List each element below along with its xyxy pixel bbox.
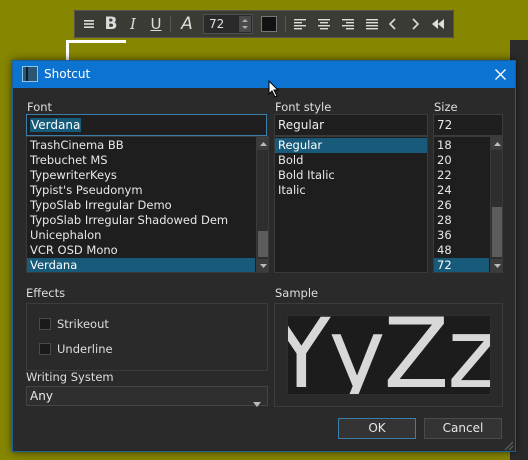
underline-button[interactable]: U — [147, 14, 165, 34]
effects-group: Strikeout Underline — [26, 303, 268, 371]
font-label: Font — [27, 100, 53, 114]
size-list-item[interactable]: 24 — [434, 183, 489, 198]
text-toolbar: B I U A 72 — [74, 10, 454, 38]
resize-grip-icon[interactable] — [503, 439, 514, 451]
ok-button[interactable]: OK — [338, 418, 416, 439]
scroll-down-icon[interactable] — [257, 259, 268, 272]
underline-label[interactable]: Underline — [57, 342, 113, 356]
size-list-item[interactable]: 48 — [434, 243, 489, 258]
writing-system-label: Writing System — [26, 370, 114, 384]
font-list-scrollbar[interactable] — [256, 137, 268, 272]
writing-system-value: Any — [30, 389, 53, 403]
font-style-list-item[interactable]: Bold — [275, 153, 427, 168]
cancel-button[interactable]: Cancel — [424, 418, 502, 439]
sample-preview: YyZz — [287, 315, 491, 395]
font-style-label: Font style — [275, 100, 332, 114]
size-list-item[interactable]: 36 — [434, 228, 489, 243]
font-size-value: 72 — [209, 17, 225, 31]
sample-group: YyZz — [274, 303, 503, 407]
size-list-item[interactable]: 26 — [434, 198, 489, 213]
scroll-thumb[interactable] — [258, 231, 268, 257]
sample-label: Sample — [275, 286, 319, 300]
font-style-input[interactable]: Regular — [274, 114, 428, 136]
font-list-item[interactable]: Typist's Pseudonym — [27, 183, 255, 198]
menu-icon[interactable] — [81, 14, 97, 34]
align-left-icon[interactable] — [291, 14, 309, 34]
font-list-item[interactable]: TrashCinema BB — [27, 138, 255, 153]
scroll-down-icon[interactable] — [491, 259, 502, 272]
scroll-up-icon[interactable] — [257, 137, 268, 150]
font-name-value: Verdana — [30, 118, 82, 132]
canvas-edge-top — [66, 40, 126, 43]
size-list-item[interactable]: 72 — [434, 258, 489, 272]
chevron-left-icon[interactable] — [385, 14, 401, 34]
font-dialog: Shotcut Font Verdana TrashCinema BB Trebu… — [12, 60, 516, 452]
title-bar[interactable]: Shotcut — [13, 61, 515, 88]
effects-label: Effects — [26, 286, 66, 300]
size-input[interactable]: 72 — [433, 114, 503, 136]
chevron-right-icon[interactable] — [407, 14, 423, 34]
strikeout-label[interactable]: Strikeout — [57, 317, 109, 331]
font-list-item[interactable]: TypewriterKeys — [27, 168, 255, 183]
writing-system-select[interactable]: Any — [26, 386, 268, 407]
italic-button[interactable]: I — [125, 14, 141, 34]
shotcut-app-icon — [22, 66, 38, 82]
size-value: 72 — [437, 118, 453, 132]
font-list-item[interactable]: VCR OSD Mono — [27, 243, 255, 258]
font-name-input[interactable]: Verdana — [26, 114, 267, 136]
font-style-list-item[interactable]: Italic — [275, 183, 427, 198]
toolbar-separator — [170, 16, 171, 32]
font-button[interactable]: A — [177, 14, 197, 34]
justify-icon[interactable] — [363, 14, 381, 34]
bold-button[interactable]: B — [101, 14, 121, 34]
font-list-item[interactable]: Verdana — [27, 258, 255, 272]
align-center-icon[interactable] — [315, 14, 333, 34]
size-list[interactable]: 18 20 22 24 26 28 36 48 72 — [433, 136, 503, 273]
align-right-icon[interactable] — [339, 14, 357, 34]
font-style-list[interactable]: Regular Bold Bold Italic Italic — [274, 136, 428, 273]
font-list-item[interactable]: TypoSlab Irregular Demo — [27, 198, 255, 213]
text-color-button[interactable] — [261, 16, 277, 32]
size-list-item[interactable]: 18 — [434, 138, 489, 153]
sample-text: YyZz — [287, 315, 491, 395]
scroll-thumb[interactable] — [492, 207, 502, 257]
strikeout-checkbox[interactable] — [39, 318, 51, 330]
font-list-item[interactable]: Trebuchet MS — [27, 153, 255, 168]
mouse-cursor-icon — [268, 79, 280, 101]
dialog-title: Shotcut — [44, 67, 91, 81]
close-icon[interactable] — [485, 61, 515, 88]
size-list-item[interactable]: 20 — [434, 153, 489, 168]
font-size-spinbox[interactable]: 72 — [203, 14, 253, 34]
size-list-item[interactable]: 28 — [434, 213, 489, 228]
size-label: Size — [434, 100, 458, 114]
font-style-list-item[interactable]: Regular — [275, 138, 427, 153]
spin-arrows-icon[interactable] — [239, 16, 251, 32]
size-list-scrollbar[interactable] — [490, 137, 502, 272]
font-style-list-item[interactable]: Bold Italic — [275, 168, 427, 183]
rewind-icon[interactable] — [429, 14, 447, 34]
font-list-item[interactable]: Unicephalon — [27, 228, 255, 243]
toolbar-separator — [285, 16, 286, 32]
size-list-item[interactable]: 22 — [434, 168, 489, 183]
underline-checkbox[interactable] — [39, 343, 51, 355]
font-style-value: Regular — [278, 118, 325, 132]
chevron-down-icon — [253, 394, 261, 412]
font-list[interactable]: TrashCinema BB Trebuchet MS TypewriterKeys… — [26, 136, 269, 273]
font-list-item[interactable]: TypoSlab Irregular Shadowed Dem — [27, 213, 255, 228]
scroll-up-icon[interactable] — [491, 137, 502, 150]
